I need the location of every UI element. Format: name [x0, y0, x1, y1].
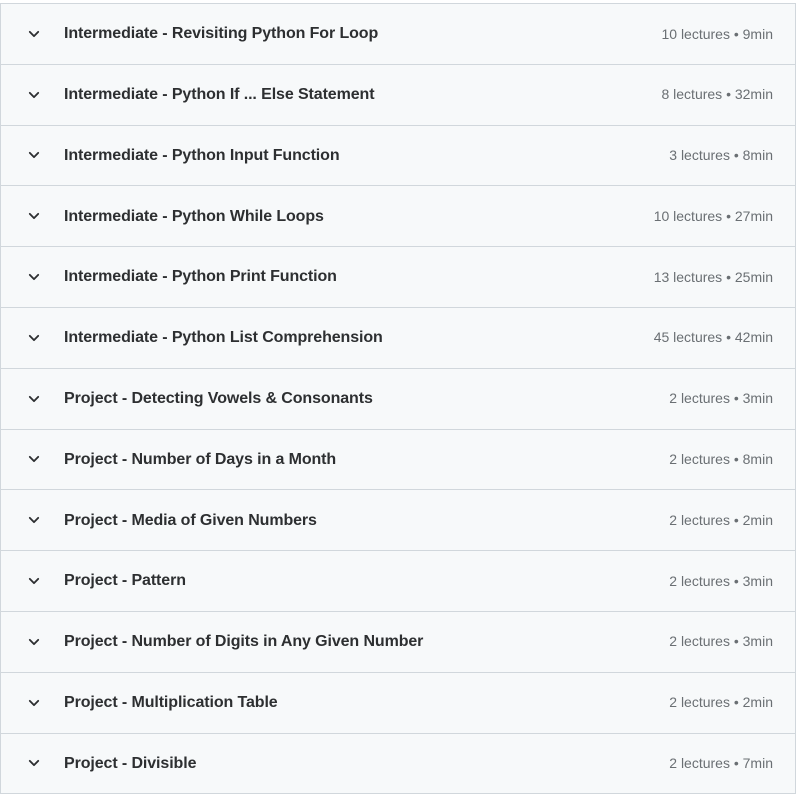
curriculum-section-row[interactable]: Intermediate - Python Input Function 3 le… [1, 125, 795, 187]
section-title: Project - Number of Digits in Any Given … [64, 633, 424, 651]
curriculum-section-row[interactable]: Intermediate - Python Print Function 13 l… [1, 247, 795, 308]
section-title: Project - Pattern [64, 572, 186, 590]
chevron-down-icon[interactable] [27, 513, 53, 527]
section-meta: 2 lectures • 3min [669, 633, 773, 650]
curriculum-section-row[interactable]: Project - Pattern 2 lectures • 3min [1, 551, 795, 612]
curriculum-section-row[interactable]: Intermediate - Python While Loops 10 lect… [1, 186, 795, 248]
section-title: Intermediate - Revisiting Python For Loo… [64, 25, 379, 43]
section-meta: 2 lectures • 8min [669, 451, 773, 468]
section-meta: 10 lectures • 9min [661, 25, 773, 42]
curriculum-section-row[interactable]: Project - Multiplication Table 2 lectures… [1, 672, 795, 734]
section-title: Intermediate - Python While Loops [64, 207, 324, 225]
curriculum-section-row[interactable]: Intermediate - Python If ... Else Statem… [1, 64, 795, 126]
section-title: Project - Number of Days in a Month [64, 450, 337, 468]
section-meta: 10 lectures • 27min [653, 207, 773, 224]
chevron-down-icon[interactable] [27, 574, 53, 588]
section-title: Intermediate - Python If ... Else Statem… [64, 86, 375, 104]
chevron-down-icon[interactable] [27, 88, 53, 102]
section-title: Project - Multiplication Table [64, 694, 278, 712]
chevron-down-icon[interactable] [27, 148, 53, 162]
chevron-down-icon[interactable] [27, 331, 53, 345]
section-title: Project - Media of Given Numbers [64, 511, 317, 529]
curriculum-accordion: Intermediate - Revisiting Python For Loo… [0, 3, 796, 794]
section-meta: 2 lectures • 2min [669, 694, 773, 711]
curriculum-section-row[interactable]: Project - Divisible 2 lectures • 7min [1, 733, 795, 794]
section-meta: 2 lectures • 7min [669, 755, 773, 772]
section-meta: 3 lectures • 8min [669, 147, 773, 164]
section-meta: 13 lectures • 25min [653, 268, 773, 285]
section-meta: 2 lectures • 3min [669, 572, 773, 589]
curriculum-section-row[interactable]: Project - Number of Days in a Month 2 lec… [1, 429, 795, 491]
curriculum-section-row[interactable]: Intermediate - Revisiting Python For Loo… [1, 4, 795, 65]
curriculum-section-row[interactable]: Intermediate - Python List Comprehension… [1, 307, 795, 369]
curriculum-section-row[interactable]: Project - Detecting Vowels & Consonants 2… [1, 368, 795, 430]
chevron-down-icon[interactable] [27, 696, 53, 710]
chevron-down-icon[interactable] [27, 27, 53, 41]
section-meta: 2 lectures • 2min [669, 511, 773, 528]
section-meta: 8 lectures • 32min [661, 86, 773, 103]
chevron-down-icon[interactable] [27, 392, 53, 406]
chevron-down-icon[interactable] [27, 270, 53, 284]
section-meta: 2 lectures • 3min [669, 390, 773, 407]
section-title: Project - Detecting Vowels & Consonants [64, 390, 373, 408]
section-title: Intermediate - Python Input Function [64, 146, 340, 164]
chevron-down-icon[interactable] [27, 635, 53, 649]
chevron-down-icon[interactable] [27, 209, 53, 223]
curriculum-section-row[interactable]: Project - Number of Digits in Any Given … [1, 611, 795, 673]
course-curriculum-panel: Intermediate - Revisiting Python For Loo… [0, 0, 802, 794]
chevron-down-icon[interactable] [27, 452, 53, 466]
curriculum-section-row[interactable]: Project - Media of Given Numbers 2 lectur… [1, 490, 795, 552]
section-title: Intermediate - Python Print Function [64, 268, 337, 286]
section-title: Project - Divisible [64, 754, 197, 772]
section-meta: 45 lectures • 42min [653, 329, 773, 346]
section-title: Intermediate - Python List Comprehension [64, 329, 383, 347]
chevron-down-icon[interactable] [27, 756, 53, 770]
